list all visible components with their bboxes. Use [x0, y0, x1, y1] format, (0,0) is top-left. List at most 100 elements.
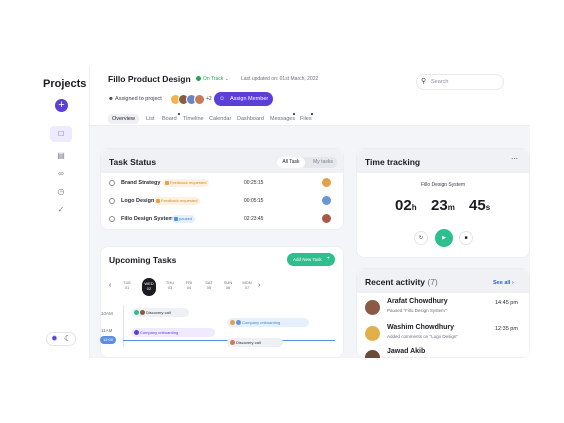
day-wed[interactable]: WED 02	[142, 278, 156, 296]
task-row[interactable]: Fillo Design System paused 02:23:45	[101, 214, 343, 228]
task-checkbox[interactable]	[109, 180, 115, 186]
activity-user: Arafat Chowdhury	[387, 298, 448, 305]
task-row[interactable]: Brand Strategy Feedback requested 00:25:…	[101, 178, 343, 192]
task-status-card: Task Status All Task My tasks Brand Stra…	[100, 148, 344, 230]
tab-messages[interactable]: Messages	[270, 116, 295, 122]
tab-dashboard[interactable]: Dashboard	[237, 116, 264, 122]
activity-description: Added comments on "Logo Design"	[387, 334, 458, 339]
tab-calendar[interactable]: Calendar	[209, 116, 231, 122]
tab-board[interactable]: Board	[162, 116, 177, 122]
time-tracking-title: Time tracking	[365, 157, 421, 167]
add-new-task-label: Add New Task	[293, 257, 322, 262]
check-circle-icon[interactable]: ✓	[50, 202, 72, 218]
event-label: Company onboarding	[140, 330, 179, 335]
task-row[interactable]: Logo Design Feedback requested 00:05:15	[101, 196, 343, 210]
project-header: Fillo Product Design On Track ⌄ Last upd…	[90, 66, 530, 126]
avatar	[322, 178, 331, 187]
status-badge-label: paused	[179, 216, 193, 221]
archive-icon[interactable]: ▤	[50, 148, 72, 164]
avatar	[140, 310, 145, 315]
task-checkbox[interactable]	[109, 216, 115, 222]
moon-icon: ☾	[64, 334, 72, 343]
tab-list[interactable]: List	[146, 116, 155, 122]
my-tasks-toggle[interactable]: My tasks	[309, 157, 337, 168]
day-picker: ‹ TUE 01 WED 02 THU 03 FRI 04 SAT 05 SUN 06 MO…	[109, 278, 337, 296]
play-icon: ▶	[442, 235, 446, 241]
status-badge-label: Feedback requested	[170, 180, 207, 185]
clock-icon[interactable]: ◷	[50, 184, 72, 200]
timer-minutes: 23m	[431, 197, 455, 214]
plus-icon: +	[326, 256, 330, 262]
chevron-right-icon[interactable]: ›	[258, 282, 260, 289]
avatar	[365, 350, 380, 358]
time-tracking-card: Time tracking ⋯ Fillo Design System 02h …	[356, 148, 530, 258]
assign-member-button[interactable]: ☺ Assign Member	[214, 92, 273, 106]
tab-timeline[interactable]: Timeline	[183, 116, 204, 122]
status-badge: Feedback requested	[163, 179, 210, 187]
tab-files[interactable]: Files	[300, 116, 312, 122]
task-name: Logo Design	[121, 198, 155, 204]
activity-item[interactable]: Jawad Akib	[357, 348, 529, 358]
all-task-toggle[interactable]: All Task	[277, 157, 305, 168]
play-timer-button[interactable]: ▶	[435, 229, 453, 247]
avatar	[322, 196, 331, 205]
timer-hours-value: 02	[395, 197, 412, 214]
add-user-icon: ☺	[219, 96, 226, 102]
search-input[interactable]: ⚲ Search	[416, 74, 504, 90]
theme-toggle[interactable]: ✹ ☾	[46, 332, 76, 346]
folder-icon[interactable]: □	[50, 126, 72, 142]
day-sat[interactable]: SAT 05	[203, 280, 215, 290]
tab-overview[interactable]: Overview	[108, 114, 139, 124]
day-mon[interactable]: MON 07	[241, 280, 253, 290]
recent-activity-card: Recent activity (7) See all › Arafat Cho…	[356, 268, 530, 358]
reset-timer-button[interactable]: ↻	[414, 231, 428, 245]
current-time-badge: 12:00	[100, 336, 116, 344]
avatars-more-count: +2	[206, 96, 212, 102]
see-all-link[interactable]: See all ›	[493, 280, 514, 286]
add-new-task-button[interactable]: Add New Task +	[287, 253, 335, 266]
activity-item[interactable]: Arafat Chowdhury Paused "Fillo Design Sy…	[357, 298, 529, 322]
avatar	[365, 326, 380, 341]
activity-item[interactable]: Washim Chowdhury Added comments on "Logo…	[357, 324, 529, 348]
day-sun[interactable]: SUN 06	[222, 280, 234, 290]
day-fri[interactable]: FRI 04	[183, 280, 195, 290]
activity-description: Paused "Fillo Design System"	[387, 308, 447, 313]
event-company-onboarding[interactable]: Company onboarding	[131, 328, 215, 337]
event-discovery-call[interactable]: Discovery call	[131, 308, 189, 317]
timer-hours-unit: h	[411, 203, 417, 212]
day-thu[interactable]: THU 03	[164, 280, 176, 290]
avatar	[365, 300, 380, 315]
status-badge[interactable]: On Track ⌄	[196, 76, 229, 82]
updated-label: Last updated on:	[241, 76, 279, 82]
more-horizontal-icon[interactable]: ⋯	[511, 155, 518, 163]
flag-icon	[156, 199, 160, 203]
updated-date: 01st March, 2022	[279, 76, 319, 82]
add-project-button[interactable]: +	[55, 99, 68, 112]
status-badge-label: Feedback requested	[161, 198, 198, 203]
chevron-left-icon[interactable]: ‹	[109, 282, 111, 289]
timer-minutes-unit: m	[447, 203, 455, 212]
event-company-onboarding[interactable]: Company onboarding	[227, 318, 309, 327]
day-tue[interactable]: TUE 01	[121, 280, 133, 290]
activity-user: Jawad Akib	[387, 348, 426, 355]
paperclip-icon[interactable]: ∞	[50, 166, 72, 182]
stop-timer-button[interactable]: ■	[459, 231, 473, 245]
assigned-to-project: ☻ Assigned to project	[108, 96, 162, 102]
upcoming-tasks-title: Upcoming Tasks	[109, 255, 177, 265]
event-discovery-call[interactable]: Discovery call	[227, 338, 283, 347]
tracked-project: Fillo Design System	[420, 182, 466, 188]
tab-indicator-dot	[293, 113, 295, 115]
avatar	[134, 310, 139, 315]
search-placeholder: Search	[431, 79, 449, 85]
task-checkbox[interactable]	[109, 198, 115, 204]
timer-minutes-value: 23	[431, 197, 448, 214]
upcoming-tasks-card: Upcoming Tasks Add New Task + ‹ TUE 01 WED…	[100, 246, 344, 358]
time-label: 10AM	[101, 311, 113, 316]
tab-indicator-dot	[311, 113, 313, 115]
recent-activity-title: Recent activity (7)	[365, 277, 438, 287]
event-label: Discovery call	[236, 340, 261, 345]
day-number: 07	[244, 285, 250, 290]
status-label: On Track	[203, 76, 224, 82]
day-number: 06	[225, 285, 231, 290]
timer-seconds-unit: s	[485, 203, 491, 212]
